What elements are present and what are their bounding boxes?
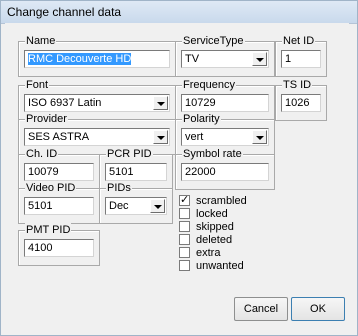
font-select[interactable]: ISO 6937 Latin: [24, 94, 170, 112]
video-pid-group: Video PID 5101: [18, 181, 100, 224]
provider-label: Provider: [25, 112, 68, 126]
checkbox-box[interactable]: [179, 247, 190, 258]
checkbox-label: skipped: [196, 221, 234, 233]
checkbox-label: scrambled: [196, 195, 247, 207]
cancel-button[interactable]: Cancel: [234, 297, 288, 321]
ts-id-input[interactable]: 1026: [281, 94, 321, 112]
checkbox-box[interactable]: [179, 193, 190, 206]
service-type-group: ServiceType TV: [175, 34, 275, 77]
checkbox-label: deleted: [196, 234, 233, 246]
pids-select[interactable]: Dec: [105, 197, 167, 215]
title-bar[interactable]: Change channel data: [1, 1, 357, 24]
symbol-rate-input[interactable]: 22000: [181, 163, 269, 181]
pcr-pid-label: PCR PID: [106, 147, 153, 161]
name-input[interactable]: RMC Decouverte HD: [24, 50, 170, 68]
polarity-value: vert: [185, 131, 204, 143]
video-pid-input[interactable]: 5101: [24, 197, 94, 215]
checkbox-box[interactable]: [179, 234, 190, 245]
symbol-rate-group: Symbol rate 22000: [175, 147, 275, 190]
chevron-down-icon[interactable]: [150, 199, 165, 213]
service-type-value: TV: [185, 53, 200, 65]
pmt-pid-label: PMT PID: [25, 223, 72, 237]
font-value: ISO 6937 Latin: [28, 97, 102, 109]
chevron-down-icon[interactable]: [252, 52, 267, 66]
polarity-select[interactable]: vert: [181, 128, 269, 146]
ok-button[interactable]: OK: [291, 297, 345, 321]
window-title: Change channel data: [7, 5, 122, 19]
pids-label: PIDs: [106, 181, 132, 195]
chevron-down-icon[interactable]: [252, 130, 267, 144]
name-value: RMC Decouverte HD: [28, 53, 132, 65]
checkbox-label: unwanted: [196, 260, 244, 272]
ch-id-input[interactable]: 10079: [24, 163, 94, 181]
service-type-label: ServiceType: [182, 34, 245, 48]
service-type-select[interactable]: TV: [181, 50, 269, 68]
frequency-input[interactable]: 10729: [181, 94, 269, 112]
change-channel-dialog: Change channel data Name RMC Decouverte …: [0, 0, 358, 336]
polarity-label: Polarity: [182, 112, 221, 126]
checkbox-label: extra: [196, 247, 221, 259]
pmt-pid-group: PMT PID 4100: [18, 223, 100, 266]
pids-group: PIDs Dec: [99, 181, 173, 224]
pcr-pid-input[interactable]: 5101: [105, 163, 167, 181]
provider-value: SES ASTRA: [28, 131, 90, 143]
checkbox-box[interactable]: [179, 221, 190, 232]
checkbox-box[interactable]: [179, 260, 190, 271]
font-label: Font: [25, 78, 50, 92]
chevron-down-icon[interactable]: [153, 96, 168, 110]
ts-id-label: TS ID: [282, 78, 313, 92]
name-group: Name RMC Decouverte HD: [18, 34, 176, 77]
net-id-input[interactable]: 1: [281, 50, 321, 68]
chevron-down-icon[interactable]: [153, 130, 168, 144]
symbol-rate-label: Symbol rate: [182, 147, 243, 161]
pids-value: Dec: [109, 200, 129, 212]
frequency-label: Frequency: [182, 78, 236, 92]
video-pid-label: Video PID: [25, 181, 77, 195]
checkbox-box[interactable]: [179, 208, 190, 219]
net-id-label: Net ID: [282, 34, 316, 48]
checkbox-label: locked: [196, 208, 228, 220]
pmt-pid-input[interactable]: 4100: [24, 239, 94, 257]
ch-id-label: Ch. ID: [25, 147, 59, 161]
dialog-client: Name RMC Decouverte HD ServiceType TV Ne…: [5, 23, 349, 327]
ts-id-group: TS ID 1026: [275, 78, 327, 121]
provider-select[interactable]: SES ASTRA: [24, 128, 170, 146]
net-id-group: Net ID 1: [275, 34, 327, 77]
name-label: Name: [25, 34, 57, 48]
